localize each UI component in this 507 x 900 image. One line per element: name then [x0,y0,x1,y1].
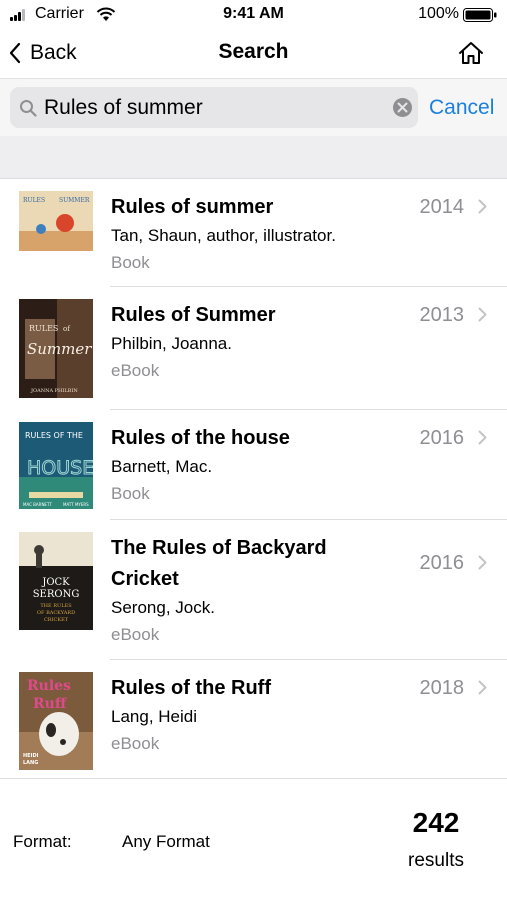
navigation-bar: Back Search [0,30,507,78]
result-count-label: results [408,850,464,871]
result-title: The Rules of Backyard Cricket [111,537,327,590]
cover-text: RULES [29,324,58,333]
result-format: eBook [111,361,160,380]
chevron-right-icon [478,307,487,322]
book-cover-image: RULES OF THE HOUSE MAC BARNETT MATT MYER… [19,422,93,509]
book-cover-image: Rules Ruff HEIDI LANG [19,672,93,770]
cover-text: HEIDI [23,753,39,759]
result-year: 2013 [419,304,465,326]
search-bar: Cancel [0,78,507,136]
cancel-button[interactable]: Cancel [429,96,494,120]
result-title: Rules of the house [111,427,290,449]
clear-search-button[interactable] [393,98,412,117]
result-row[interactable]: RULES OF THE HOUSE MAC BARNETT MATT MYER… [0,410,507,520]
result-author: Serong, Jock. [111,598,215,617]
result-format: eBook [111,625,160,644]
result-year: 2016 [419,552,465,574]
results-footer: Format: Any Format 242 results [0,778,507,900]
result-year: 2018 [419,677,465,699]
page-title: Search [218,40,289,63]
result-format: Book [111,484,150,503]
book-cover-image: RULES SUMMER [19,191,93,251]
cover-text: JOCK [41,577,70,588]
book-cover-image: RULES of Summer JOANNA PHILBIN [19,299,93,398]
cover-text: SUMMER [59,197,90,204]
cover-text: HOUSE [27,457,93,479]
cover-text: THE RULES [40,603,72,609]
result-row[interactable]: JOCK SERONG THE RULES OF BACKYARD CRICKE… [0,520,507,660]
status-bar: Carrier 9:41 AM 100% [0,0,507,30]
cover-text: CRICKET [44,617,69,623]
cover-text: RULES OF THE [25,431,83,440]
cover-text: OF BACKYARD [37,610,75,616]
chevron-right-icon [478,555,487,570]
section-spacer [0,136,507,179]
result-author: Philbin, Joanna. [111,334,232,353]
cover-text: Rules [27,678,71,694]
format-selector[interactable]: Any Format [122,832,210,852]
result-year: 2014 [419,196,465,218]
result-title: Rules of summer [111,196,274,218]
chevron-right-icon [478,680,487,695]
result-row[interactable]: Rules Ruff HEIDI LANG Rules of the Ruff … [0,660,507,778]
cover-text: MATT MYERS [63,502,89,507]
result-count: 242 [412,807,460,838]
result-format: Book [111,253,150,272]
close-icon [397,102,408,113]
search-input[interactable] [44,87,384,128]
result-author: Tan, Shaun, author, illustrator. [111,226,336,245]
format-label: Format: [13,832,72,851]
cover-text: MAC BARNETT [23,502,52,507]
result-author: Barnett, Mac. [111,457,213,476]
search-field[interactable] [10,87,418,128]
cover-text: Summer [27,340,92,358]
cover-text: JOANNA PHILBIN [30,388,78,394]
result-row[interactable]: RULES SUMMER Rules of summer Tan, Shaun,… [0,179,507,287]
result-title: Rules of the Ruff [111,677,271,699]
battery-icon [463,8,497,22]
result-author: Lang, Heidi [111,707,198,726]
home-icon[interactable] [457,40,485,66]
result-row[interactable]: RULES of Summer JOANNA PHILBIN Rules of … [0,287,507,410]
search-icon [20,100,37,117]
chevron-right-icon [478,199,487,214]
book-cover-image: JOCK SERONG THE RULES OF BACKYARD CRICKE… [19,532,93,630]
cover-text: RULES [23,197,45,204]
cover-text: Ruff [33,696,68,712]
result-format: eBook [111,734,160,753]
result-title: Rules of Summer [111,304,276,326]
results-list: RULES SUMMER Rules of summer Tan, Shaun,… [0,179,507,778]
result-year: 2016 [419,427,465,449]
cover-text: SERONG [33,589,80,600]
battery-percentage: 100% [418,5,459,22]
cover-text: LANG [23,760,38,766]
chevron-right-icon [478,430,487,445]
